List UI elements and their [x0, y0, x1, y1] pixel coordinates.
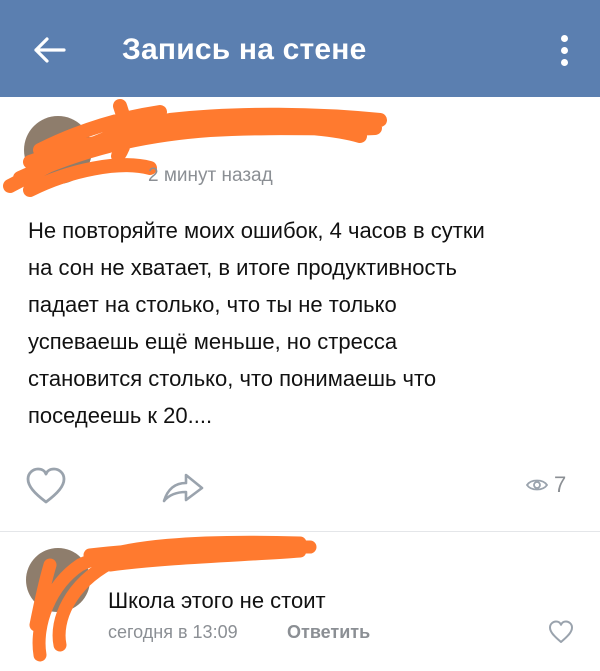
page-title: Запись на стене	[122, 33, 367, 66]
comment-like-heart-icon[interactable]	[548, 620, 574, 644]
back-arrow-icon[interactable]	[30, 30, 70, 70]
post-line: на сон не хватает, в итоге продуктивност…	[28, 255, 457, 280]
post-line: Не повторяйте моих ошибок, 4 часов в сут…	[28, 218, 485, 243]
views-counter: 7	[526, 472, 566, 498]
more-vertical-icon[interactable]	[550, 28, 580, 72]
eye-icon	[526, 479, 548, 491]
reply-button[interactable]: Ответить	[287, 622, 370, 643]
like-heart-icon[interactable]	[25, 467, 67, 505]
top-app-bar: Запись на стене	[0, 0, 600, 97]
comment-text: Школа этого не стоит	[108, 588, 326, 613]
share-arrow-icon[interactable]	[160, 468, 206, 506]
post-body: Не повторяйте моих ошибок, 4 часов в сут…	[28, 212, 573, 434]
comment-time: сегодня в 13:09	[108, 622, 238, 642]
divider	[0, 531, 600, 532]
post-line: поседеешь к 20....	[28, 403, 213, 428]
post-time: 2 минут назад	[148, 165, 273, 186]
post-line: падает на столько, что ты не только	[28, 292, 397, 317]
post-line: успеваешь ещё меньше, но стресса	[28, 329, 398, 354]
views-count: 7	[554, 472, 567, 497]
post-line: становится столько, что понимаешь что	[28, 366, 437, 391]
